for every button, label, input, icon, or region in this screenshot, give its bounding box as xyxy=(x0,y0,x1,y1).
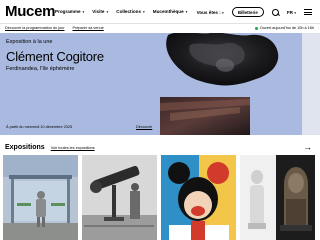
exhibition-card[interactable] xyxy=(3,155,78,240)
header-tools: Vous êtes : ▾ Billetterie FR ▾ xyxy=(197,7,312,17)
hero-artwork-image xyxy=(160,33,302,135)
hero-banner[interactable]: Exposition à la une Clément Cogitore Fer… xyxy=(0,33,302,135)
hero-discover-link[interactable]: Découvrir xyxy=(136,125,152,129)
opening-status: Ouvert aujourd'hui de 10h à 18h xyxy=(254,26,314,30)
nav-visite[interactable]: Visite ▾ xyxy=(92,9,108,14)
link-preparer-venue[interactable]: Préparer sa venue xyxy=(73,26,104,30)
chevron-down-icon: ▾ xyxy=(82,10,85,14)
arrow-right-icon[interactable]: → xyxy=(303,142,312,152)
menu-icon[interactable] xyxy=(304,9,312,15)
opening-hours-text: Ouvert aujourd'hui de 10h à 18h xyxy=(259,26,314,30)
link-programmation-du-jour[interactable]: Découvrir la programmation du jour xyxy=(5,26,65,30)
chevron-down-icon: ▾ xyxy=(106,10,109,14)
chevron-down-icon: ▾ xyxy=(294,10,296,15)
expositions-title: Expositions xyxy=(5,144,45,151)
mucem-logo[interactable]: Mucem xyxy=(5,4,55,19)
exhibition-image xyxy=(161,155,236,240)
search-icon[interactable] xyxy=(271,8,279,16)
language-select[interactable]: FR ▾ xyxy=(287,10,296,15)
chevron-down-icon: ▾ xyxy=(185,10,188,14)
hero-date: À partir du mercredi 10 décembre 2025 xyxy=(6,125,73,129)
billetterie-button[interactable]: Billetterie xyxy=(231,7,264,17)
exhibition-image xyxy=(240,155,315,240)
exhibition-card[interactable] xyxy=(240,155,315,240)
exhibition-image xyxy=(3,155,78,240)
nav-programme[interactable]: Programme ▾ xyxy=(55,9,84,14)
chevron-down-icon: ▾ xyxy=(222,10,224,15)
hero-subtitle: Ferdinandea, l’île éphémère xyxy=(6,66,75,72)
exhibition-image xyxy=(82,155,157,240)
nav-mucemtheque[interactable]: Mucemthèque ▾ xyxy=(153,9,188,14)
voir-toutes-expositions-link[interactable]: Voir toutes les expositions xyxy=(51,146,95,150)
nav-collections[interactable]: Collections ▾ xyxy=(116,9,145,14)
hero-side-panel xyxy=(302,33,320,135)
subnav: Découvrir la programmation du jour Prépa… xyxy=(5,26,104,30)
header-divider xyxy=(0,23,320,24)
hero-label: Exposition à la une xyxy=(6,39,53,45)
hero-title: Clément Cogitore xyxy=(6,49,104,64)
site-header: Mucem Programme ▾ Visite ▾ Collections ▾ Mu… xyxy=(0,0,320,23)
expositions-header: Expositions Voir toutes les expositions xyxy=(5,144,95,151)
chevron-down-icon: ▾ xyxy=(143,10,145,14)
exhibition-card[interactable] xyxy=(82,155,157,240)
open-status-dot xyxy=(254,26,258,30)
main-nav: Programme ▾ Visite ▾ Collections ▾ Mucemthè… xyxy=(55,9,187,14)
exhibition-card[interactable] xyxy=(161,155,236,240)
exhibition-cards xyxy=(3,155,320,240)
audience-select[interactable]: Vous êtes : ▾ xyxy=(197,10,224,15)
